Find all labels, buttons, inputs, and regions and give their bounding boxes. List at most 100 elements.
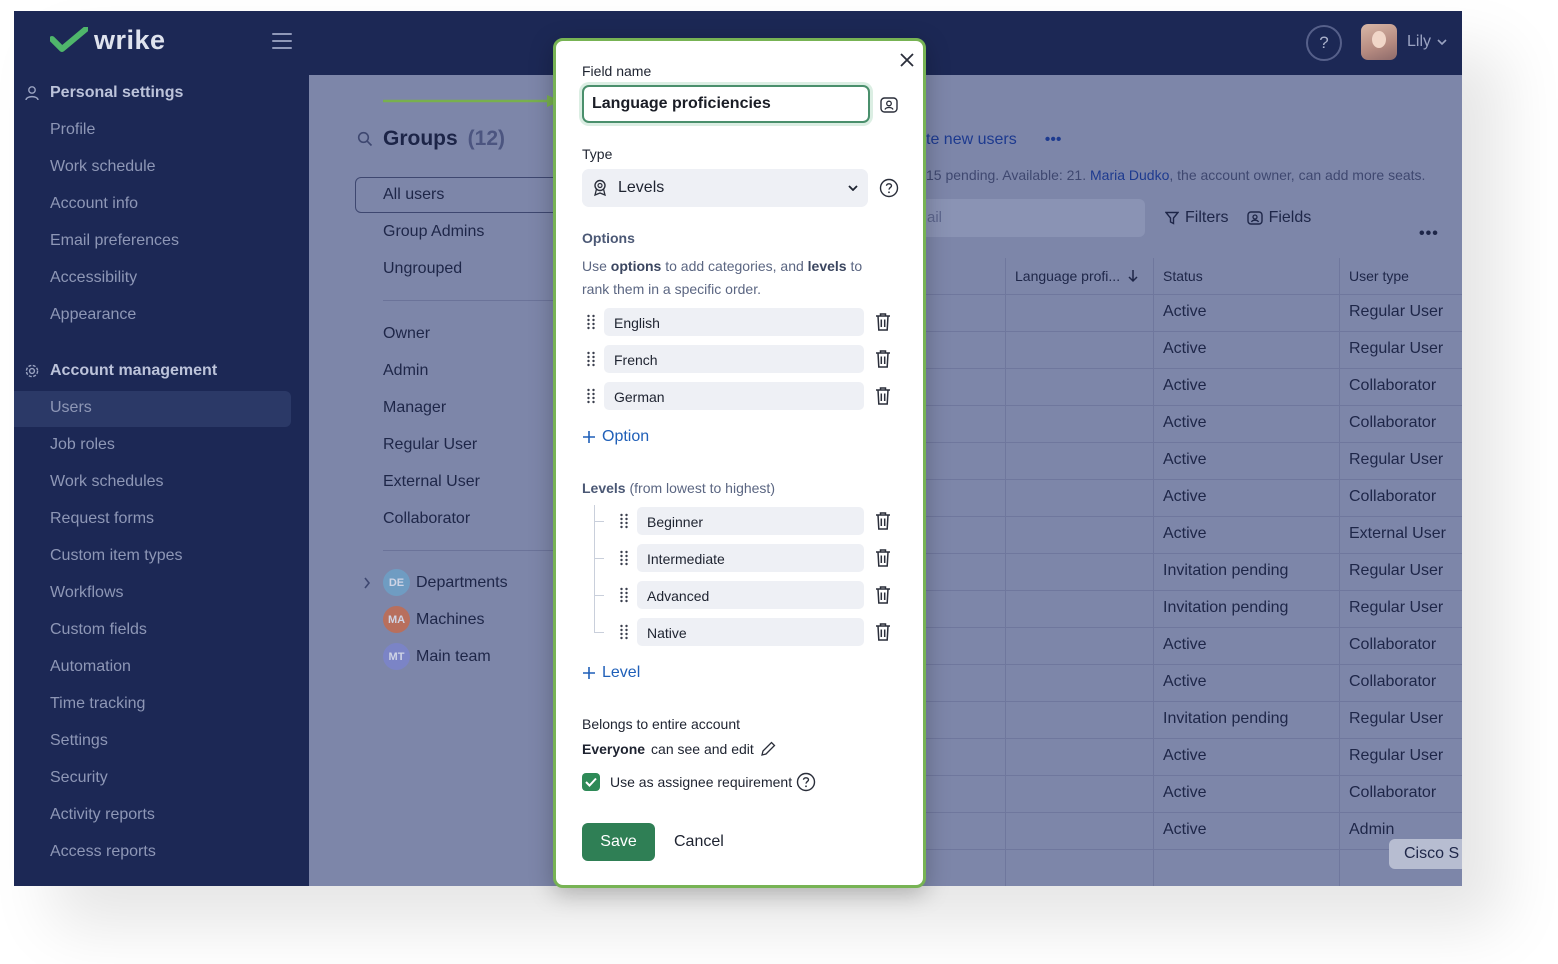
level-input[interactable]: Intermediate bbox=[637, 544, 864, 572]
sidebar-item-accessibility[interactable]: Accessibility bbox=[50, 267, 137, 289]
trash-icon[interactable] bbox=[874, 386, 892, 406]
sidebar-item-email-preferences[interactable]: Email preferences bbox=[50, 230, 179, 252]
account-management-header[interactable]: Account management bbox=[24, 360, 217, 382]
trash-icon[interactable] bbox=[874, 349, 892, 369]
cell-user-type[interactable]: Regular User bbox=[1349, 303, 1443, 321]
team-machines[interactable]: MA Machines bbox=[383, 606, 484, 633]
sidebar-item-settings[interactable]: Settings bbox=[50, 730, 108, 752]
role-manager[interactable]: Manager bbox=[383, 399, 446, 417]
cell-user-type[interactable]: Collaborator bbox=[1349, 784, 1436, 802]
option-input[interactable]: French bbox=[604, 345, 864, 373]
help-icon[interactable]: ? bbox=[1306, 25, 1342, 61]
sidebar-item-appearance[interactable]: Appearance bbox=[50, 304, 136, 326]
cell-user-type[interactable]: Regular User bbox=[1349, 451, 1443, 469]
filters-button[interactable]: Filters bbox=[1165, 209, 1229, 227]
menu-toggle-icon[interactable] bbox=[272, 33, 292, 49]
drag-handle-icon[interactable] bbox=[586, 314, 596, 330]
trash-icon[interactable] bbox=[874, 622, 892, 642]
field-icon-button[interactable] bbox=[878, 94, 900, 116]
trash-icon[interactable] bbox=[874, 312, 892, 332]
cell-user-type[interactable]: Collaborator bbox=[1349, 377, 1436, 395]
sidebar-item-custom-fields[interactable]: Custom fields bbox=[50, 619, 147, 641]
sidebar-item-security[interactable]: Security bbox=[50, 767, 108, 789]
group-ungrouped[interactable]: Ungrouped bbox=[383, 260, 462, 278]
cell-user-type[interactable]: Collaborator bbox=[1349, 636, 1436, 654]
option-input[interactable]: German bbox=[604, 382, 864, 410]
cell-user-type[interactable]: Regular User bbox=[1349, 340, 1443, 358]
group-group-admins[interactable]: Group Admins bbox=[383, 223, 484, 241]
sidebar-item-workflows[interactable]: Workflows bbox=[50, 582, 124, 604]
trash-icon[interactable] bbox=[874, 511, 892, 531]
fields-button[interactable]: Fields bbox=[1246, 209, 1311, 227]
cell-user-type[interactable]: Collaborator bbox=[1349, 414, 1436, 432]
cell-user-type[interactable]: Regular User bbox=[1349, 710, 1443, 728]
add-option-button[interactable]: Option bbox=[582, 428, 649, 446]
cell-user-type[interactable]: Regular User bbox=[1349, 599, 1443, 617]
role-admin[interactable]: Admin bbox=[383, 362, 428, 380]
chevron-right-icon[interactable] bbox=[363, 577, 371, 589]
search-icon[interactable] bbox=[357, 131, 373, 147]
row-divider bbox=[919, 405, 1462, 406]
assignee-checkbox[interactable] bbox=[582, 773, 600, 791]
level-input[interactable]: Advanced bbox=[637, 581, 864, 609]
role-owner[interactable]: Owner bbox=[383, 325, 430, 343]
drag-handle-icon[interactable] bbox=[619, 513, 629, 529]
team-main-team[interactable]: MT Main team bbox=[383, 643, 491, 670]
drag-handle-icon[interactable] bbox=[619, 550, 629, 566]
trash-icon[interactable] bbox=[874, 585, 892, 605]
drag-handle-icon[interactable] bbox=[586, 351, 596, 367]
cancel-button[interactable]: Cancel bbox=[674, 823, 724, 861]
field-name-input[interactable] bbox=[582, 85, 870, 123]
user-search-input[interactable]: ail bbox=[919, 199, 1145, 237]
drag-handle-icon[interactable] bbox=[586, 388, 596, 404]
level-input[interactable]: Beginner bbox=[637, 507, 864, 535]
cell-user-type[interactable]: Admin bbox=[1349, 821, 1394, 839]
option-input[interactable]: English bbox=[604, 308, 864, 336]
sidebar-item-access-reports[interactable]: Access reports bbox=[50, 841, 156, 863]
role-regular-user[interactable]: Regular User bbox=[383, 436, 477, 454]
header-status[interactable]: Status bbox=[1163, 258, 1203, 294]
sidebar-item-users[interactable]: Users bbox=[50, 397, 92, 419]
sidebar-item-activity-reports[interactable]: Activity reports bbox=[50, 804, 155, 826]
header-user-type[interactable]: User type bbox=[1349, 258, 1409, 294]
role-collaborator[interactable]: Collaborator bbox=[383, 510, 470, 528]
cell-user-type[interactable]: Collaborator bbox=[1349, 673, 1436, 691]
cell-user-type[interactable]: External User bbox=[1349, 525, 1446, 543]
pencil-icon[interactable] bbox=[760, 741, 776, 757]
level-input[interactable]: Native bbox=[637, 618, 864, 646]
sidebar-item-custom-item-types[interactable]: Custom item types bbox=[50, 545, 182, 567]
sidebar-item-request-forms[interactable]: Request forms bbox=[50, 508, 154, 530]
sidebar-item-profile[interactable]: Profile bbox=[50, 119, 95, 141]
drag-handle-icon[interactable] bbox=[619, 587, 629, 603]
team-departments[interactable]: DE Departments bbox=[383, 569, 508, 596]
sidebar-item-automation[interactable]: Automation bbox=[50, 656, 131, 678]
sidebar-item-job-roles[interactable]: Job roles bbox=[50, 434, 115, 456]
more-actions-icon[interactable]: ••• bbox=[1045, 131, 1062, 149]
role-external-user[interactable]: External User bbox=[383, 473, 480, 491]
add-level-button[interactable]: Level bbox=[582, 664, 640, 682]
wrike-logo[interactable]: wrike bbox=[50, 25, 166, 55]
type-help-button[interactable] bbox=[878, 177, 900, 199]
account-owner-link[interactable]: Maria Dudko bbox=[1090, 167, 1169, 183]
sidebar-item-work-schedules[interactable]: Work schedules bbox=[50, 471, 164, 493]
header-language-proficiencies[interactable]: Language profi... bbox=[1015, 258, 1138, 294]
invite-users-link[interactable]: te new users bbox=[926, 131, 1017, 149]
help-icon[interactable] bbox=[796, 772, 816, 792]
sidebar-item-work-schedule[interactable]: Work schedule bbox=[50, 156, 156, 178]
personal-settings-header[interactable]: Personal settings bbox=[24, 82, 183, 104]
close-icon[interactable] bbox=[895, 48, 919, 72]
cell-user-type[interactable]: Collaborator bbox=[1349, 488, 1436, 506]
save-button[interactable]: Save bbox=[582, 823, 655, 861]
type-select[interactable]: Levels bbox=[582, 169, 868, 207]
trash-icon[interactable] bbox=[874, 548, 892, 568]
cell-user-type[interactable]: Regular User bbox=[1349, 747, 1443, 765]
drag-handle-icon[interactable] bbox=[619, 624, 629, 640]
sidebar-item-time-tracking[interactable]: Time tracking bbox=[50, 693, 145, 715]
cell-user-type[interactable]: Regular User bbox=[1349, 562, 1443, 580]
group-all-users[interactable]: All users bbox=[383, 186, 444, 204]
sidebar-item-account-info[interactable]: Account info bbox=[50, 193, 138, 215]
cisco-tab[interactable]: Cisco S bbox=[1389, 839, 1462, 869]
user-menu[interactable]: Lily bbox=[1407, 33, 1447, 51]
row-more-icon[interactable]: ••• bbox=[1419, 225, 1439, 243]
avatar[interactable] bbox=[1361, 24, 1397, 60]
